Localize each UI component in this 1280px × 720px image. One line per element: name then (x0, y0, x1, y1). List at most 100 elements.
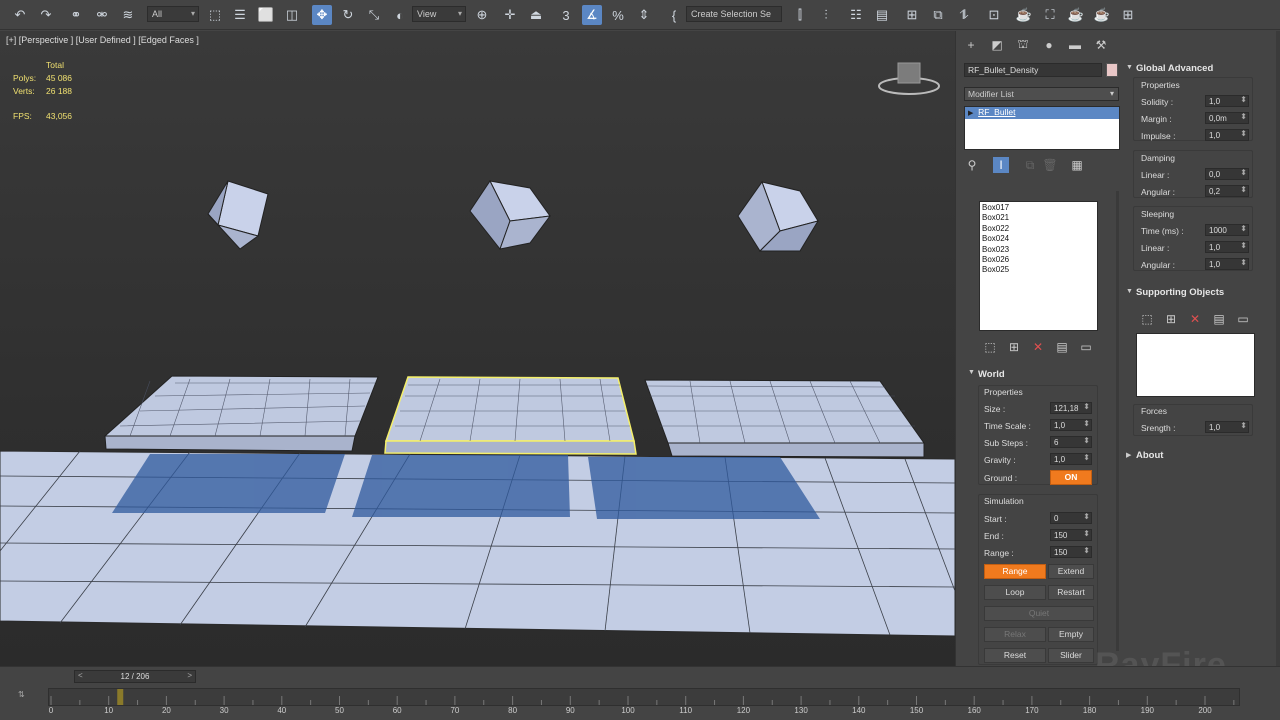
objects-listbox[interactable]: Box017 Box021 Box022 Box024 Box023 Box02… (979, 201, 1098, 331)
render-cloud-icon[interactable]: ⊞ (1118, 5, 1138, 25)
list-item[interactable]: Box026 (982, 255, 1095, 265)
spinner-snap-icon[interactable]: ⇕ (634, 5, 654, 25)
list-item[interactable]: Box017 (982, 203, 1095, 213)
end-spinner[interactable]: 150 (1050, 529, 1092, 541)
perspective-viewport[interactable]: [+] [Perspective ] [User Defined ] [Edge… (0, 31, 955, 666)
edit-named-sets-icon[interactable]: { (664, 5, 684, 25)
scale-icon[interactable]: ⤡ (364, 5, 384, 25)
support-clear-icon[interactable]: ▭ (1235, 311, 1251, 327)
supporting-objects-listbox[interactable] (1136, 333, 1255, 397)
undo-icon[interactable]: ↶ (10, 5, 30, 25)
link-icon[interactable]: ⚭ (66, 5, 86, 25)
pin-stack-icon[interactable]: ⚲ (964, 157, 980, 173)
rendered-frame-icon[interactable]: ☕ (1014, 5, 1034, 25)
damping-linear-spinner[interactable]: 0,0 (1205, 168, 1249, 180)
sleep-angular-spinner[interactable]: 1,0 (1205, 258, 1249, 270)
object-color-swatch[interactable] (1106, 63, 1118, 77)
start-spinner[interactable]: 0 (1050, 512, 1092, 524)
utilities-tab-icon[interactable]: ⚒ (1093, 37, 1109, 53)
ground-toggle-button[interactable]: ON (1050, 470, 1092, 485)
range-spinner[interactable]: 150 (1050, 546, 1092, 558)
schematic-view-icon[interactable]: ⧉ (928, 5, 948, 25)
toggle-ribbon-icon[interactable]: ▤ (872, 5, 892, 25)
world-collapse-icon[interactable]: ▼ (968, 369, 975, 376)
size-spinner[interactable]: 121,18 (1050, 402, 1092, 414)
ref-coord-dropdown[interactable]: View ▾ (412, 6, 466, 22)
render-activeshade-icon[interactable]: ☕ (1092, 5, 1112, 25)
clear-list-icon[interactable]: ▭ (1078, 339, 1094, 355)
support-select-icon[interactable]: ▤ (1211, 311, 1227, 327)
keyboard-shortcut-icon[interactable]: ⏏ (526, 5, 546, 25)
viewport-label[interactable]: [+] [Perspective ] [User Defined ] [Edge… (6, 35, 199, 45)
rect-selection-icon[interactable]: ⬜ (256, 5, 276, 25)
object-name-field[interactable]: RF_Bullet_Density (964, 63, 1102, 77)
gravity-spinner[interactable]: 1,0 (1050, 453, 1092, 465)
modify-tab-icon[interactable]: ◩ (989, 37, 1005, 53)
angle-snap-icon[interactable]: ∡ (582, 5, 602, 25)
solidity-spinner[interactable]: 1,0 (1205, 95, 1249, 107)
move-icon[interactable]: ✥ (312, 5, 332, 25)
percent-snap-icon[interactable]: % (608, 5, 628, 25)
render-iterative-icon[interactable]: ☕ (1066, 5, 1086, 25)
list-item[interactable]: Box024 (982, 234, 1095, 244)
about-expand-icon[interactable]: ▶ (1126, 451, 1131, 459)
window-crossing-icon[interactable]: ◫ (282, 5, 302, 25)
placement-icon[interactable]: ◐ (390, 5, 410, 25)
slider-button[interactable]: Slider (1048, 648, 1094, 663)
support-list-icon[interactable]: ⊞ (1163, 311, 1179, 327)
rayfire-scrollbar[interactable] (1276, 31, 1280, 666)
rotate-icon[interactable]: ↻ (338, 5, 358, 25)
about-header[interactable]: About (1136, 450, 1163, 461)
support-remove-icon[interactable]: ✕ (1187, 311, 1203, 327)
create-tab-icon[interactable]: + (963, 37, 979, 53)
global-collapse-icon[interactable]: ▼ (1126, 64, 1133, 71)
render-production-icon[interactable]: ⛶ (1040, 5, 1060, 25)
support-add-icon[interactable]: ⬚ (1139, 311, 1155, 327)
time-slider[interactable]: < 12 / 206 > (74, 670, 196, 683)
impulse-spinner[interactable]: 1,0 (1205, 129, 1249, 141)
sleep-time-spinner[interactable]: 1000 (1205, 224, 1249, 236)
redo-icon[interactable]: ↷ (36, 5, 56, 25)
expand-triangle-icon[interactable]: ▶ (968, 110, 973, 117)
select-manipulate-icon[interactable]: ✛ (500, 5, 520, 25)
layer-explorer-icon[interactable]: ☷ (846, 5, 866, 25)
list-item[interactable]: Box021 (982, 213, 1095, 223)
select-list-icon[interactable]: ▤ (1054, 339, 1070, 355)
pivot-center-icon[interactable]: ⊕ (472, 5, 492, 25)
curve-editor-icon[interactable]: ⊞ (902, 5, 922, 25)
select-by-name-icon[interactable]: ☰ (230, 5, 250, 25)
panel-scrollbar[interactable] (1116, 191, 1119, 651)
configure-sets-icon[interactable]: ▦ (1069, 157, 1085, 173)
restart-button[interactable]: Restart (1048, 585, 1094, 600)
select-object-icon[interactable]: ⬚ (205, 5, 225, 25)
timescale-spinner[interactable]: 1,0 (1050, 419, 1092, 431)
margin-spinner[interactable]: 0,0m (1205, 112, 1249, 124)
unlink-icon[interactable]: ⚮ (92, 5, 112, 25)
supporting-objects-header[interactable]: Supporting Objects (1136, 287, 1224, 298)
damping-angular-spinner[interactable]: 0,2 (1205, 185, 1249, 197)
stack-item-rf-bullet[interactable]: ▶ RF_Bullet (965, 107, 1119, 119)
selection-filter-dropdown[interactable]: All ▾ (147, 6, 199, 22)
global-advanced-header[interactable]: Global Advanced (1136, 63, 1213, 74)
add-list-icon[interactable]: ⊞ (1006, 339, 1022, 355)
render-setup-icon[interactable]: ⊡ (984, 5, 1004, 25)
reset-button[interactable]: Reset (984, 648, 1046, 663)
supporting-collapse-icon[interactable]: ▼ (1126, 288, 1133, 295)
range-button[interactable]: Range (984, 564, 1046, 579)
named-selection-set-input[interactable]: Create Selection Se (686, 6, 782, 22)
world-rollout-header[interactable]: World (978, 369, 1005, 380)
material-editor-icon[interactable]: ⥮ (954, 5, 974, 25)
track-bar-toggle-icon[interactable]: ⇅ (18, 690, 25, 699)
list-item[interactable]: Box023 (982, 245, 1095, 255)
list-item[interactable]: Box025 (982, 265, 1095, 275)
add-object-icon[interactable]: ⬚ (982, 339, 998, 355)
bind-spacewarp-icon[interactable]: ≋ (118, 5, 138, 25)
remove-object-icon[interactable]: ✕ (1030, 339, 1046, 355)
modifier-list-dropdown[interactable]: Modifier List ▾ (964, 87, 1119, 101)
display-tab-icon[interactable]: ▬ (1067, 37, 1083, 53)
motion-tab-icon[interactable]: ● (1041, 37, 1057, 53)
hierarchy-tab-icon[interactable]: ⛫ (1015, 37, 1031, 53)
substeps-spinner[interactable]: 6 (1050, 436, 1092, 448)
empty-button[interactable]: Empty (1048, 627, 1094, 642)
sleep-linear-spinner[interactable]: 1,0 (1205, 241, 1249, 253)
